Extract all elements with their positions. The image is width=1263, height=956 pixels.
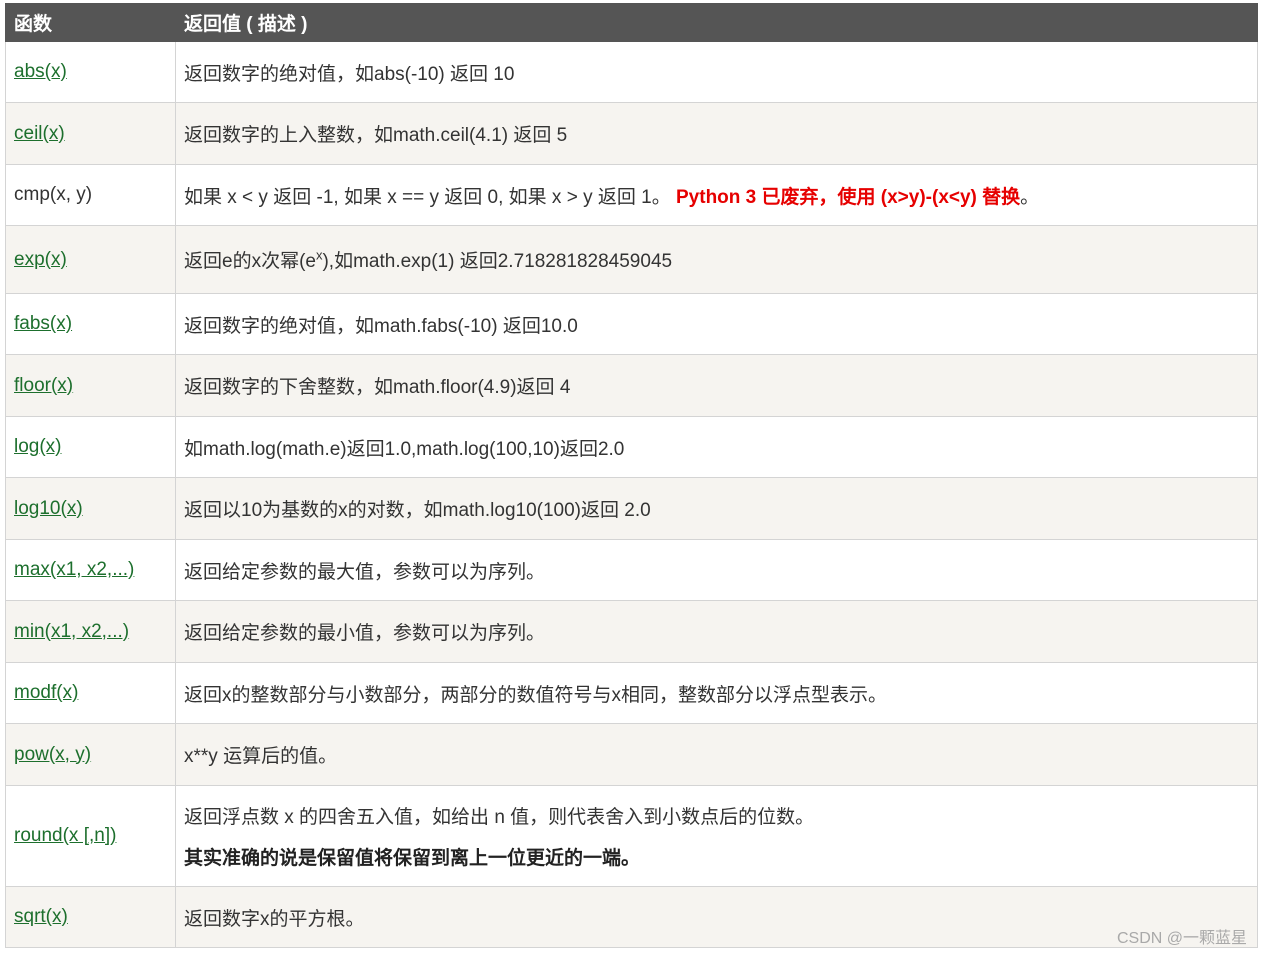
description: 返回给定参数的最小值，参数可以为序列。 <box>175 600 1258 663</box>
table-row: cmp(x, y) 如果 x < y 返回 -1, 如果 x == y 返回 0… <box>5 164 1258 226</box>
function-name-cmp: cmp(x, y) <box>14 184 93 205</box>
deprecation-warning: Python 3 已废弃，使用 (x>y)-(x<y) 替换 <box>676 186 1021 208</box>
description: 返回x的整数部分与小数部分，两部分的数值符号与x相同，整数部分以浮点型表示。 <box>175 662 1258 724</box>
table-row: abs(x) 返回数字的绝对值，如abs(-10) 返回 10 <box>5 41 1258 103</box>
function-link-min[interactable]: min(x1, x2,...) <box>14 621 129 642</box>
function-link-ceil[interactable]: ceil(x) <box>14 123 65 144</box>
table-row: log10(x) 返回以10为基数的x的对数，如math.log10(100)返… <box>5 477 1258 540</box>
table-row: floor(x) 返回数字的下舍整数，如math.floor(4.9)返回 4 <box>5 354 1258 417</box>
description: 如果 x < y 返回 -1, 如果 x == y 返回 0, 如果 x > y… <box>175 164 1258 226</box>
description-text-post: ),如math.exp(1) 返回2.718281828459045 <box>322 251 673 272</box>
description: 返回数字的绝对值，如abs(-10) 返回 10 <box>175 41 1258 103</box>
table-row: pow(x, y) x**y 运算后的值。 <box>5 723 1258 786</box>
function-link-floor[interactable]: floor(x) <box>14 375 73 396</box>
function-link-max[interactable]: max(x1, x2,...) <box>14 559 134 580</box>
description: 返回数字的下舍整数，如math.floor(4.9)返回 4 <box>175 354 1258 417</box>
table-row: ceil(x) 返回数字的上入整数，如math.ceil(4.1) 返回 5 <box>5 102 1258 165</box>
table-row: max(x1, x2,...) 返回给定参数的最大值，参数可以为序列。 <box>5 539 1258 601</box>
table-row: fabs(x) 返回数字的绝对值，如math.fabs(-10) 返回10.0 <box>5 293 1258 355</box>
description: x**y 运算后的值。 <box>175 723 1258 786</box>
description: 返回以10为基数的x的对数，如math.log10(100)返回 2.0 <box>175 477 1258 540</box>
function-link-exp[interactable]: exp(x) <box>14 249 67 270</box>
math-functions-table: 函数 返回值 ( 描述 ) abs(x) 返回数字的绝对值，如abs(-10) … <box>5 3 1258 948</box>
function-link-modf[interactable]: modf(x) <box>14 682 78 703</box>
function-link-abs[interactable]: abs(x) <box>14 61 67 82</box>
table-row: modf(x) 返回x的整数部分与小数部分，两部分的数值符号与x相同，整数部分以… <box>5 662 1258 724</box>
description: 返回数字x的平方根。 <box>175 886 1258 948</box>
description: 返回给定参数的最大值，参数可以为序列。 <box>175 539 1258 601</box>
table-row: log(x) 如math.log(math.e)返回1.0,math.log(1… <box>5 416 1258 478</box>
csdn-watermark: CSDN @一颗蓝星 <box>1116 930 1247 947</box>
function-link-fabs[interactable]: fabs(x) <box>14 313 72 334</box>
description: 返回数字的绝对值，如math.fabs(-10) 返回10.0 <box>175 293 1258 355</box>
function-link-log10[interactable]: log10(x) <box>14 498 83 519</box>
function-link-pow[interactable]: pow(x, y) <box>14 744 91 765</box>
description: 如math.log(math.e)返回1.0,math.log(100,10)返… <box>175 416 1258 478</box>
function-link-round[interactable]: round(x [,n]) <box>14 825 116 846</box>
description: 返回浮点数 x 的四舍五入值，如给出 n 值，则代表舍入到小数点后的位数。 其实准… <box>175 785 1258 887</box>
function-link-log[interactable]: log(x) <box>14 436 62 457</box>
table-row: exp(x) 返回e的x次幂(ex),如math.exp(1) 返回2.7182… <box>5 225 1258 294</box>
function-link-sqrt[interactable]: sqrt(x) <box>14 906 68 927</box>
description: 返回数字的上入整数，如math.ceil(4.1) 返回 5 <box>175 102 1258 165</box>
table-row: min(x1, x2,...) 返回给定参数的最小值，参数可以为序列。 <box>5 600 1258 663</box>
description-text: 返回e的x次幂(e <box>184 251 316 272</box>
description: 返回e的x次幂(ex),如math.exp(1) 返回2.71828182845… <box>175 225 1258 294</box>
table-row: sqrt(x) 返回数字x的平方根。 <box>5 886 1258 948</box>
description-tail: 。 <box>1020 186 1040 208</box>
table-row: round(x [,n]) 返回浮点数 x 的四舍五入值，如给出 n 值，则代表… <box>5 785 1258 887</box>
header-function: 函数 <box>5 3 176 42</box>
header-return-value: 返回值 ( 描述 ) <box>175 3 1258 42</box>
description-text: 返回浮点数 x 的四舍五入值，如给出 n 值，则代表舍入到小数点后的位数。 <box>184 807 815 828</box>
table-header-row: 函数 返回值 ( 描述 ) <box>5 3 1258 42</box>
bold-note: 其实准确的说是保留值将保留到离上一位更近的一端。 <box>184 848 641 869</box>
description-text: 如果 x < y 返回 -1, 如果 x == y 返回 0, 如果 x > y… <box>184 186 676 208</box>
